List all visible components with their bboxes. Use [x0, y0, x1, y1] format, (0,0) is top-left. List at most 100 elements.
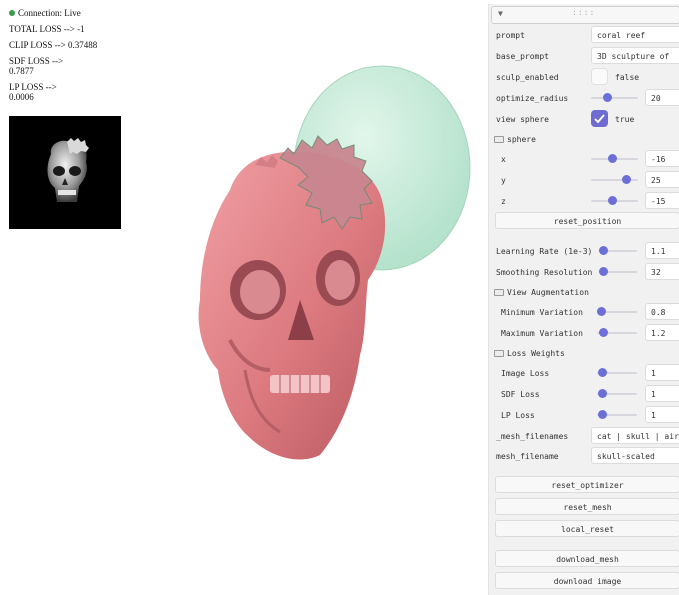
lp-loss-handle[interactable]: [597, 410, 607, 419]
view-augmentation-label: View Augmentation: [507, 288, 589, 297]
sdf-loss-input[interactable]: 1: [645, 385, 679, 402]
min-variation-row: Minimum Variation 0.8: [489, 302, 679, 322]
max-variation-handle[interactable]: [599, 328, 608, 337]
image-loss-input[interactable]: 1: [645, 364, 679, 381]
smoothing-input[interactable]: 32: [645, 263, 679, 280]
image-loss-label: Image Loss: [501, 369, 550, 378]
lp-loss-weight-label: LP Loss: [501, 411, 535, 420]
learning-rate-handle[interactable]: [598, 246, 608, 255]
connection-text: Connection: Live: [18, 8, 81, 18]
base-prompt-row: base_prompt 3D sculpture of: [489, 46, 679, 66]
controls-panel: ▼ :::: prompt coral reef base_prompt 3D …: [488, 4, 679, 595]
loss-weights-label: Loss Weights: [507, 349, 565, 358]
sdf-loss-value: 0.7877: [9, 66, 34, 76]
base-prompt-label: base_prompt: [496, 52, 549, 61]
reset-mesh-button[interactable]: reset_mesh: [495, 498, 679, 515]
y-row: y 25: [489, 170, 679, 190]
lp-loss-value: 0.0006: [9, 92, 34, 102]
sculp-enabled-checkbox[interactable]: [591, 68, 608, 85]
connection-status: Connection: Live: [9, 8, 97, 18]
caret-down-icon[interactable]: ▼: [498, 9, 503, 18]
sphere-folder[interactable]: sphere: [489, 130, 679, 150]
reset-optimizer-button[interactable]: reset_optimizer: [495, 476, 679, 493]
folder-icon: [494, 136, 504, 143]
x-label: x: [501, 155, 506, 164]
z-row: z -15: [489, 191, 679, 211]
optimize-radius-slider[interactable]: [591, 93, 638, 102]
panel-header[interactable]: ▼ ::::: [491, 6, 679, 24]
smoothing-slider[interactable]: [598, 267, 637, 276]
optimize-radius-input[interactable]: 20: [645, 89, 679, 106]
y-slider[interactable]: [591, 175, 638, 184]
base-prompt-input[interactable]: 3D sculpture of: [591, 47, 679, 64]
mesh-filenames-input[interactable]: cat | skull | airplane: [591, 427, 679, 444]
sdf-loss-row: SDF Loss 1: [489, 384, 679, 404]
min-variation-label: Minimum Variation: [501, 308, 583, 317]
z-slider[interactable]: [591, 196, 638, 205]
y-input[interactable]: 25: [645, 171, 679, 188]
prompt-row: prompt coral reef: [489, 25, 679, 45]
view-sphere-row: view sphere true: [489, 109, 679, 129]
smoothing-handle[interactable]: [598, 267, 608, 276]
loss-weights-folder[interactable]: Loss Weights: [489, 344, 679, 364]
max-variation-input[interactable]: 1.2: [645, 324, 679, 341]
lp-loss-row: LP Loss 1: [489, 405, 679, 425]
z-handle[interactable]: [607, 196, 617, 205]
sdf-loss: SDF LOSS --> 0.7877: [9, 56, 97, 76]
image-loss-handle[interactable]: [597, 368, 607, 377]
drag-handle-icon[interactable]: ::::: [572, 8, 595, 17]
max-variation-slider[interactable]: [597, 328, 637, 337]
reset-position-button[interactable]: reset_position: [495, 212, 679, 229]
download-mesh-button[interactable]: download_mesh: [495, 550, 679, 567]
min-variation-handle[interactable]: [597, 307, 606, 316]
learning-rate-input[interactable]: 1.1: [645, 242, 679, 259]
sdf-loss-weight-label: SDF Loss: [501, 390, 540, 399]
sphere-folder-label: sphere: [507, 135, 536, 144]
view-sphere-label: view sphere: [496, 115, 549, 124]
x-slider[interactable]: [591, 154, 638, 163]
learning-rate-row: Learning Rate (1e-3) 1.1: [489, 241, 679, 261]
download-image-button[interactable]: download image: [495, 572, 679, 589]
sdf-loss-slider[interactable]: [597, 389, 637, 398]
live-indicator-icon: [9, 10, 15, 16]
total-loss: TOTAL LOSS --> -1: [9, 24, 85, 34]
lp-loss-slider[interactable]: [597, 410, 637, 419]
prompt-input[interactable]: coral reef: [591, 26, 679, 43]
sculp-enabled-value: false: [615, 73, 640, 82]
render-thumbnail: [9, 116, 121, 229]
smoothing-row: Smoothing Resolution 32: [489, 262, 679, 282]
min-variation-slider[interactable]: [597, 307, 637, 316]
learning-rate-slider[interactable]: [598, 246, 637, 255]
sdf-loss-label: SDF LOSS -->: [9, 56, 64, 66]
y-label: y: [501, 176, 506, 185]
view-sphere-checkbox[interactable]: [591, 110, 608, 127]
mesh-filename-input[interactable]: skull-scaled: [591, 447, 679, 464]
max-variation-row: Maximum Variation 1.2: [489, 323, 679, 343]
view-augmentation-folder[interactable]: View Augmentation: [489, 283, 679, 303]
scene-canvas[interactable]: [160, 40, 490, 480]
image-loss-slider[interactable]: [597, 368, 637, 377]
skull-thumbnail-icon: [47, 138, 89, 202]
view-sphere-value: true: [615, 115, 635, 124]
optimize-radius-handle[interactable]: [603, 93, 613, 102]
x-input[interactable]: -16: [645, 150, 679, 167]
status-panel: Connection: Live TOTAL LOSS --> -1 CLIP …: [9, 8, 97, 108]
local-reset-button[interactable]: local_reset: [495, 520, 679, 537]
z-input[interactable]: -15: [645, 192, 679, 209]
sdf-loss-handle[interactable]: [597, 389, 607, 398]
x-row: x -16: [489, 149, 679, 169]
z-label: z: [501, 197, 506, 206]
x-handle[interactable]: [607, 154, 617, 163]
mesh-filename-label: mesh_filename: [496, 452, 559, 461]
folder-icon: [494, 350, 504, 357]
image-loss-row: Image Loss 1: [489, 363, 679, 383]
mesh-filenames-row: _mesh_filenames cat | skull | airplane: [489, 426, 679, 446]
sculp-enabled-label: sculp_enabled: [496, 73, 559, 82]
lp-loss-input[interactable]: 1: [645, 406, 679, 423]
min-variation-input[interactable]: 0.8: [645, 303, 679, 320]
3d-viewport[interactable]: [160, 40, 490, 480]
learning-rate-label: Learning Rate (1e-3): [496, 247, 593, 256]
y-handle[interactable]: [622, 175, 632, 184]
prompt-label: prompt: [496, 31, 525, 40]
mesh-filename-row: mesh_filename skull-scaled: [489, 446, 679, 466]
